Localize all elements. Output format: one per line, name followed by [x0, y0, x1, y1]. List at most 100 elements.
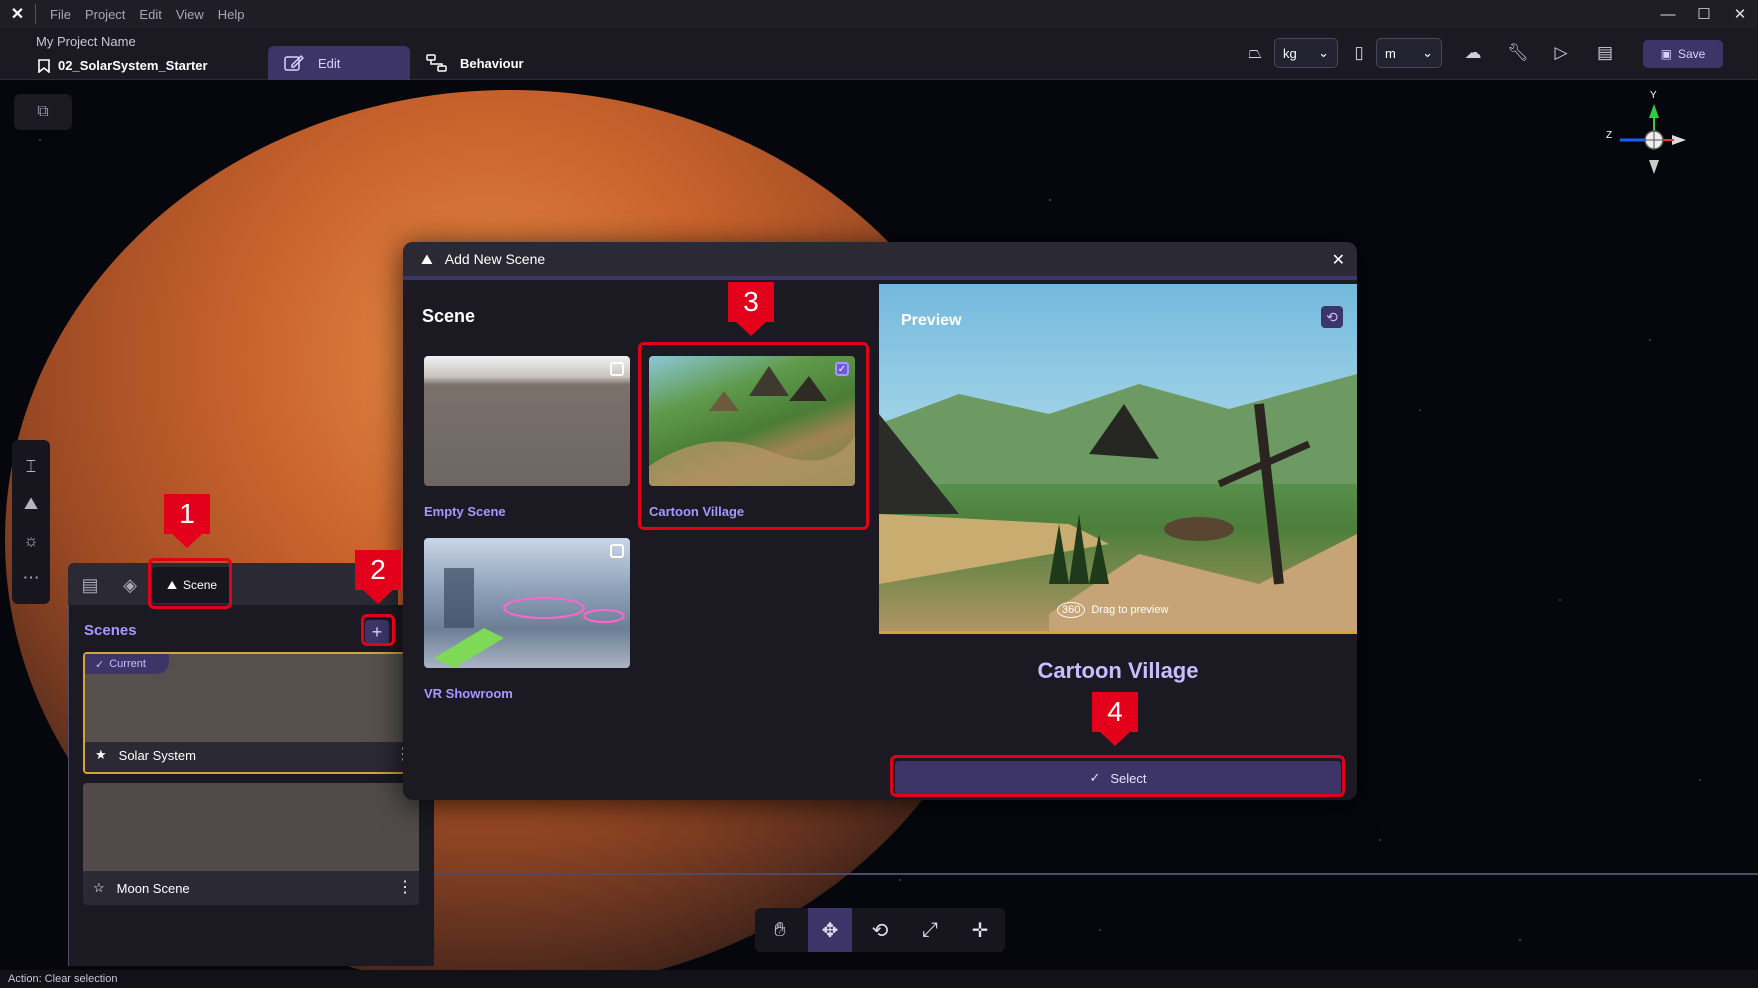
- status-bar: Action: Clear selection: [0, 970, 1758, 988]
- ruler-icon: ▯: [1354, 43, 1364, 62]
- maximize-icon[interactable]: ☐: [1684, 0, 1724, 28]
- menu-edit[interactable]: Edit: [139, 7, 161, 22]
- scene-icon: ⛰: [421, 250, 433, 267]
- length-unit-select[interactable]: m ⌄: [1376, 38, 1442, 68]
- view-toggle-button[interactable]: ⧉: [14, 94, 72, 130]
- template-name: VR Showroom: [424, 686, 513, 701]
- template-thumbnail: [424, 538, 630, 668]
- tab-behaviour[interactable]: Behaviour: [426, 46, 524, 80]
- wrench-icon[interactable]: 🔧︎: [1505, 40, 1531, 66]
- chevron-down-icon: ⌄: [1318, 45, 1329, 60]
- play-icon[interactable]: ▷: [1548, 40, 1574, 66]
- template-name: Empty Scene: [424, 504, 506, 519]
- tab-edit[interactable]: Edit: [268, 46, 410, 80]
- star-outline-icon[interactable]: ☆: [93, 880, 105, 896]
- preview-viewport[interactable]: Preview ⟲ 360 Drag to preview: [879, 284, 1357, 634]
- minimize-icon[interactable]: —: [1648, 0, 1688, 28]
- scene-card-solar-system[interactable]: ✓ Current ★ Solar System ⋮: [83, 652, 419, 774]
- rotate-tool-icon[interactable]: ⟲: [858, 908, 902, 952]
- axis-gizmo[interactable]: Y Z: [1600, 90, 1700, 180]
- 360-icon: 360: [1057, 602, 1086, 618]
- save-button[interactable]: ▣ Save: [1643, 40, 1723, 68]
- highlight-cartoon-village: [638, 342, 869, 530]
- dialog-header: ⛰ Add New Scene ✕: [403, 242, 1357, 280]
- side-toolbar: ⌶ ⛰ ☼ ⋯: [12, 440, 50, 604]
- scenes-panel: Scenes + ✓ Current ★ Solar System ⋮ ☆ Mo…: [68, 605, 434, 966]
- transform-tool-icon[interactable]: ✛: [958, 908, 1002, 952]
- reset-view-icon[interactable]: ⟲: [1321, 306, 1343, 328]
- scene-file[interactable]: 02_SolarSystem_Starter: [38, 58, 208, 73]
- current-badge-label: Current: [109, 658, 146, 670]
- hand-tool-icon[interactable]: ✋︎: [758, 908, 802, 952]
- callout-step-3: 3: [728, 282, 774, 336]
- scene-name: Solar System: [118, 747, 196, 763]
- panel-tabs: ▤ ◈ ⛰ Scene: [68, 563, 398, 607]
- bookmark-icon: [38, 58, 50, 73]
- menu-help[interactable]: Help: [218, 7, 245, 22]
- preview-artwork: [879, 374, 1357, 631]
- template-thumbnail: [424, 356, 630, 486]
- project-name: My Project Name: [36, 34, 136, 49]
- drag-hint-text: Drag to preview: [1091, 604, 1169, 616]
- tab-behaviour-label: Behaviour: [460, 55, 524, 71]
- weight-icon: ⏢: [1248, 43, 1262, 62]
- current-badge: ✓ Current: [85, 654, 169, 674]
- app-logo-icon: ✕: [0, 4, 36, 24]
- edit-icon: [284, 54, 304, 71]
- menu-view[interactable]: View: [176, 7, 204, 22]
- scene-card-footer: ★ Solar System: [85, 738, 417, 772]
- publish-icon[interactable]: ▤: [1592, 40, 1618, 66]
- preview-scene-name: Cartoon Village: [1037, 658, 1199, 683]
- callout-step-1: 1: [164, 494, 210, 548]
- scenes-title: Scenes: [84, 622, 137, 639]
- close-icon[interactable]: ✕: [1332, 250, 1345, 270]
- scale-tool-icon[interactable]: ⤢: [908, 908, 952, 952]
- mass-unit-value: kg: [1283, 45, 1297, 61]
- template-empty-scene[interactable]: Empty Scene: [424, 356, 630, 519]
- highlight-add-scene: [361, 614, 395, 646]
- scene-card-moon-scene[interactable]: ☆ Moon Scene ⋮: [83, 783, 419, 905]
- callout-step-2: 2: [355, 550, 401, 604]
- template-checkbox[interactable]: [610, 544, 624, 558]
- check-icon: ✓: [95, 658, 105, 671]
- move-tool-icon[interactable]: ✥: [808, 908, 852, 952]
- scene-name: Moon Scene: [116, 880, 190, 896]
- text-tool-icon[interactable]: ⌶: [18, 454, 44, 480]
- length-unit-value: m: [1385, 45, 1396, 61]
- light-tool-icon[interactable]: ☼: [18, 528, 44, 554]
- template-vr-showroom[interactable]: VR Showroom: [424, 538, 630, 701]
- scene-file-name: 02_SolarSystem_Starter: [58, 58, 208, 73]
- menu-project[interactable]: Project: [85, 7, 125, 22]
- highlight-select-button: [890, 755, 1345, 797]
- transform-toolbar: ✋︎ ✥ ⟲ ⤢ ✛: [755, 908, 1005, 952]
- add-new-scene-dialog: ⛰ Add New Scene ✕ Scene Empty Scene ✓ Ca…: [403, 242, 1357, 800]
- assets-tab-icon[interactable]: ▤: [72, 567, 108, 603]
- more-options-icon[interactable]: ⋮: [397, 877, 413, 897]
- object-tab-icon[interactable]: ◈: [112, 567, 148, 603]
- title-bar: ✕ File Project Edit View Help — ☐ ✕: [0, 0, 1758, 28]
- image-tool-icon[interactable]: ⛰: [18, 491, 44, 517]
- preview-label: Preview: [901, 312, 962, 329]
- chevron-down-icon: ⌄: [1422, 45, 1433, 60]
- behaviour-icon: [426, 54, 447, 72]
- mass-unit-select[interactable]: kg ⌄: [1274, 38, 1338, 68]
- star-filled-icon[interactable]: ★: [95, 747, 107, 763]
- save-icon: ▣: [1660, 47, 1672, 61]
- cloud-icon[interactable]: ☁: [1460, 40, 1486, 66]
- close-window-icon[interactable]: ✕: [1720, 0, 1758, 28]
- scene-card-footer: ☆ Moon Scene: [83, 871, 419, 905]
- dialog-title: Add New Scene: [444, 251, 546, 267]
- more-tools-icon[interactable]: ⋯: [18, 565, 44, 591]
- project-header: My Project Name 02_SolarSystem_Starter E…: [0, 28, 1758, 80]
- menu-file[interactable]: File: [50, 7, 71, 22]
- scene-list-title: Scene: [422, 306, 476, 326]
- drag-hint: 360 Drag to preview: [1057, 602, 1168, 618]
- scene-thumbnail: [83, 783, 419, 871]
- viewport-divider: [434, 873, 1758, 875]
- save-label: Save: [1677, 47, 1706, 61]
- template-checkbox[interactable]: [610, 362, 624, 376]
- copy-view-icon: ⧉: [37, 103, 49, 120]
- showroom-artwork: [434, 568, 625, 668]
- highlight-scene-tab: [148, 558, 232, 609]
- axis-gizmo-icon: [1620, 104, 1686, 174]
